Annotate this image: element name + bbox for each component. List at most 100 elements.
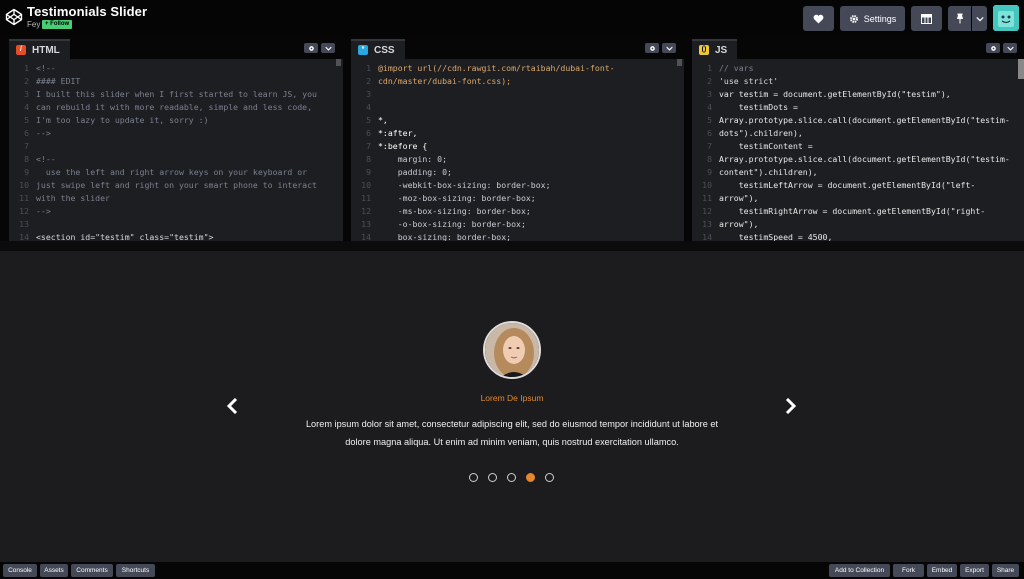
- embed-button[interactable]: Embed: [927, 564, 957, 577]
- js-settings-button[interactable]: [986, 43, 1000, 53]
- css-collapse-button[interactable]: [662, 43, 676, 53]
- js-scrollbar[interactable]: [1018, 59, 1024, 79]
- follow-button[interactable]: + Follow: [42, 20, 73, 29]
- html-code-text[interactable]: <!-- #### EDIT I built this slider when I …: [36, 62, 335, 241]
- chevron-right-icon: [785, 398, 797, 414]
- user-avatar-image: [993, 5, 1019, 31]
- code-line[interactable]: Array.prototype.slice.call(document.getE…: [719, 114, 1016, 127]
- code-line[interactable]: -o-box-sizing: border-box;: [378, 218, 676, 231]
- code-line[interactable]: -moz-box-sizing: border-box;: [378, 192, 676, 205]
- html-collapse-button[interactable]: [321, 43, 335, 53]
- testimonial-avatar: [483, 321, 541, 379]
- code-line[interactable]: #### EDIT: [36, 75, 335, 88]
- code-line[interactable]: just swipe left and right on your smart …: [36, 179, 335, 192]
- slider-dot[interactable]: [488, 473, 497, 482]
- code-line[interactable]: testimDots =: [719, 101, 1016, 114]
- shortcuts-button[interactable]: Shortcuts: [116, 564, 155, 577]
- line-number: 1: [707, 63, 712, 73]
- code-line[interactable]: arrow"),: [719, 192, 1016, 205]
- share-button[interactable]: Share: [992, 564, 1019, 577]
- code-line[interactable]: box-sizing: border-box;: [378, 231, 676, 241]
- js-collapse-button[interactable]: [1003, 43, 1017, 53]
- code-line[interactable]: testimSpeed = 4500,: [719, 231, 1016, 241]
- code-line[interactable]: [378, 88, 676, 101]
- html-scrollbar[interactable]: [336, 59, 341, 66]
- code-line[interactable]: @import url(//cdn.rawgit.com/rtaibah/dub…: [378, 62, 676, 75]
- line-number: 13: [361, 219, 371, 229]
- code-line[interactable]: padding: 0;: [378, 166, 676, 179]
- code-line[interactable]: content").children),: [719, 166, 1016, 179]
- pin-button[interactable]: [948, 6, 971, 31]
- code-line[interactable]: with the slider: [36, 192, 335, 205]
- js-code-text[interactable]: // vars'use strict' var testim = document…: [719, 62, 1016, 241]
- code-line[interactable]: <!--: [36, 62, 335, 75]
- code-line[interactable]: [36, 218, 335, 231]
- html-code[interactable]: 1 2 3 4 5 6 7 8 9 10 11 12 13 14 <!-- #### EDIT I built…: [9, 59, 343, 241]
- code-line[interactable]: [378, 101, 676, 114]
- css-scrollbar[interactable]: [677, 59, 682, 66]
- code-line[interactable]: Array.prototype.slice.call(document.getE…: [719, 153, 1016, 166]
- css-code[interactable]: 1 2 3 4 5 6 7 8 9 10 11 12 13 14 @import url(//cdn.ra…: [351, 59, 684, 241]
- code-line[interactable]: // vars: [719, 62, 1016, 75]
- css-editor[interactable]: * CSS 1 2 3 4 5 6 7 8 9 10 11 12 13 14 @import url(//…: [351, 37, 684, 241]
- fork-button[interactable]: Fork: [893, 564, 924, 577]
- next-arrow-button[interactable]: [783, 397, 799, 415]
- code-line[interactable]: 'use strict': [719, 75, 1016, 88]
- export-button[interactable]: Export: [960, 564, 989, 577]
- code-line[interactable]: *,: [378, 114, 676, 127]
- author-name[interactable]: Fey: [27, 20, 40, 29]
- add-to-collection-button[interactable]: Add to Collection: [829, 564, 890, 577]
- code-line[interactable]: <!--: [36, 153, 335, 166]
- code-line[interactable]: margin: 0;: [378, 153, 676, 166]
- line-number: 8: [24, 154, 29, 164]
- code-line[interactable]: use the left and right arrow keys on you…: [36, 166, 335, 179]
- preview-resizer[interactable]: [0, 241, 1024, 251]
- css-code-text[interactable]: @import url(//cdn.rawgit.com/rtaibah/dub…: [378, 62, 676, 241]
- code-line[interactable]: -ms-box-sizing: border-box;: [378, 205, 676, 218]
- user-avatar[interactable]: [993, 5, 1019, 31]
- bottom-toolbar: Console Assets Comments Shortcuts Add to…: [0, 562, 1024, 579]
- code-line[interactable]: testimLeftArrow = document.getElementByI…: [719, 179, 1016, 192]
- line-number: 5: [707, 115, 712, 125]
- assets-button[interactable]: Assets: [40, 564, 68, 577]
- pin-menu-button[interactable]: [972, 6, 987, 31]
- code-line[interactable]: cdn/master/dubai-font.css);: [378, 75, 676, 88]
- code-line[interactable]: -->: [36, 127, 335, 140]
- code-line[interactable]: testimContent =: [719, 140, 1016, 153]
- prev-arrow-button[interactable]: [224, 397, 240, 415]
- js-code[interactable]: 1 2 3 4 5 6 7 8 9 10 11 12 13 14 // vars'use strict' v…: [692, 59, 1024, 241]
- line-number: 13: [702, 219, 712, 229]
- codepen-logo-icon[interactable]: [5, 8, 23, 26]
- code-line[interactable]: testimRightArrow = document.getElementBy…: [719, 205, 1016, 218]
- comments-button[interactable]: Comments: [71, 564, 113, 577]
- js-editor[interactable]: () JS 1 2 3 4 5 6 7 8 9 10 11 12 13 14 // vars'use st…: [692, 37, 1024, 241]
- css-tab[interactable]: * CSS: [351, 39, 405, 59]
- code-line[interactable]: [36, 140, 335, 153]
- settings-button[interactable]: Settings: [840, 6, 905, 31]
- code-line[interactable]: -webkit-box-sizing: border-box;: [378, 179, 676, 192]
- code-line[interactable]: *:before {: [378, 140, 676, 153]
- css-settings-button[interactable]: [645, 43, 659, 53]
- code-line[interactable]: -->: [36, 205, 335, 218]
- js-tab[interactable]: () JS: [692, 39, 738, 59]
- html-tab[interactable]: / HTML: [9, 39, 70, 59]
- code-line[interactable]: <section id="testim" class="testim">: [36, 231, 335, 241]
- code-line[interactable]: can rebuild it with more readable, simpl…: [36, 101, 335, 114]
- slider-dot[interactable]: [469, 473, 478, 482]
- change-view-button[interactable]: [911, 6, 942, 31]
- code-line[interactable]: I'm too lazy to update it, sorry :): [36, 114, 335, 127]
- slider-dot[interactable]: [507, 473, 516, 482]
- html-settings-button[interactable]: [304, 43, 318, 53]
- code-line[interactable]: dots").children),: [719, 127, 1016, 140]
- love-button[interactable]: [803, 6, 834, 31]
- code-line[interactable]: I built this slider when I first started…: [36, 88, 335, 101]
- slider-dot[interactable]: [545, 473, 554, 482]
- css-editor-header: * CSS: [351, 37, 684, 59]
- slider-dot[interactable]: [526, 473, 535, 482]
- code-line[interactable]: *:after,: [378, 127, 676, 140]
- code-line[interactable]: var testim = document.getElementById("te…: [719, 88, 1016, 101]
- line-number: 4: [366, 102, 371, 112]
- code-line[interactable]: arrow"),: [719, 218, 1016, 231]
- html-editor[interactable]: / HTML 1 2 3 4 5 6 7 8 9 10 11 12 13 14 <!-- #### EDIT…: [9, 37, 343, 241]
- console-button[interactable]: Console: [3, 564, 37, 577]
